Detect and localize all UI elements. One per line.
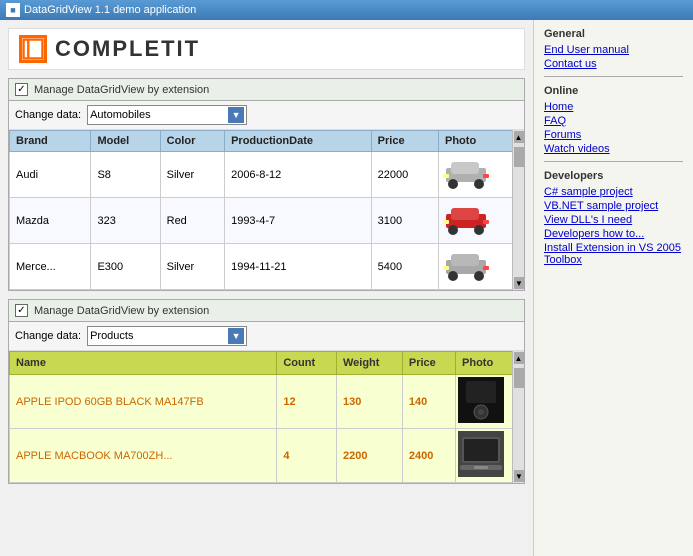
left-panel: COMPLETIT ✓ Manage DataGridView by exten…	[0, 20, 533, 556]
prod-col-count: Count	[277, 352, 337, 375]
sidebar-divider	[544, 161, 683, 162]
auto-color: Red	[160, 198, 224, 244]
prod-weight: 130	[336, 375, 402, 429]
sidebar-section-title-online: Online	[544, 85, 683, 97]
products-section-header: ✓ Manage DataGridView by extension	[9, 300, 524, 322]
prod-col-weight: Weight	[336, 352, 402, 375]
sidebar-link-contact-us[interactable]: Contact us	[544, 58, 683, 70]
auto-brand: Mazda	[10, 198, 91, 244]
window-title: DataGridView 1.1 demo application	[24, 4, 196, 16]
auto-date: 1993-4-7	[225, 198, 372, 244]
auto-price: 5400	[371, 244, 438, 290]
sidebar-section-title-general: General	[544, 28, 683, 40]
logo-area: COMPLETIT	[8, 28, 525, 70]
automobiles-table: Brand Model Color ProductionDate Price P…	[9, 130, 524, 290]
col-price: Price	[371, 131, 438, 152]
auto-scrollbar[interactable]: ▲ ▼	[512, 130, 524, 290]
sidebar-link-vbnet-sample-project[interactable]: VB.NET sample project	[544, 200, 683, 212]
automobiles-grid-wrapper: Brand Model Color ProductionDate Price P…	[9, 130, 524, 290]
automobiles-checkbox[interactable]: ✓	[15, 83, 28, 96]
prod-name: APPLE IPOD 60GB BLACK MA147FB	[10, 375, 277, 429]
col-production-date: ProductionDate	[225, 131, 372, 152]
sidebar-link-c-sample-project[interactable]: C# sample project	[544, 186, 683, 198]
automobiles-dropdown-arrow[interactable]: ▼	[228, 107, 244, 123]
products-section: ✓ Manage DataGridView by extension Chang…	[8, 299, 525, 484]
products-header-row: Name Count Weight Price Photo	[10, 352, 524, 375]
automobiles-control-row: Change data: Automobiles ▼	[9, 101, 524, 130]
products-checkbox[interactable]: ✓	[15, 304, 28, 317]
products-table: Name Count Weight Price Photo APPLE IPOD…	[9, 351, 524, 483]
sidebar-divider	[544, 76, 683, 77]
auto-brand: Merce...	[10, 244, 91, 290]
auto-photo	[439, 244, 524, 290]
title-bar: ■ DataGridView 1.1 demo application	[0, 0, 693, 20]
automobiles-dropdown[interactable]: Automobiles ▼	[87, 105, 247, 125]
automobiles-dropdown-value: Automobiles	[90, 109, 151, 121]
prod-col-price: Price	[402, 352, 455, 375]
auto-price: 22000	[371, 152, 438, 198]
prod-count: 4	[277, 429, 337, 483]
logo-text: COMPLETIT	[55, 36, 200, 62]
col-photo: Photo	[439, 131, 524, 152]
auto-brand: Audi	[10, 152, 91, 198]
prod-price: 140	[402, 375, 455, 429]
automobiles-section-header: ✓ Manage DataGridView by extension	[9, 79, 524, 101]
products-checkbox-label: Manage DataGridView by extension	[34, 305, 209, 317]
auto-model: E300	[91, 244, 160, 290]
prod-price: 2400	[402, 429, 455, 483]
prod-scrollbar[interactable]: ▲ ▼	[512, 351, 524, 483]
prod-weight: 2200	[336, 429, 402, 483]
auto-date: 1994-11-21	[225, 244, 372, 290]
right-sidebar: General End User manual Contact us Online Ho…	[533, 20, 693, 556]
window-icon: ■	[6, 3, 20, 17]
automobiles-change-label: Change data:	[15, 109, 81, 121]
prod-col-name: Name	[10, 352, 277, 375]
auto-model: 323	[91, 198, 160, 244]
sidebar-link-watch-videos[interactable]: Watch videos	[544, 143, 683, 155]
sidebar-section-title-developers: Developers	[544, 170, 683, 182]
auto-date: 2006-8-12	[225, 152, 372, 198]
auto-row: Merce... E300 Silver 1994-11-21 5400	[10, 244, 524, 290]
col-model: Model	[91, 131, 160, 152]
prod-name: APPLE MACBOOK MA700ZH...	[10, 429, 277, 483]
products-change-label: Change data:	[15, 330, 81, 342]
products-dropdown-value: Products	[90, 330, 133, 342]
auto-row: Mazda 323 Red 1993-4-7 3100	[10, 198, 524, 244]
sidebar-link-developers-how-to[interactable]: Developers how to...	[544, 228, 683, 240]
product-row: APPLE IPOD 60GB BLACK MA147FB 12 130 140	[10, 375, 524, 429]
prod-count: 12	[277, 375, 337, 429]
sidebar-link-view-dlls-i-need[interactable]: View DLL's I need	[544, 214, 683, 226]
auto-color: Silver	[160, 152, 224, 198]
auto-color: Silver	[160, 244, 224, 290]
auto-model: S8	[91, 152, 160, 198]
automobiles-checkbox-label: Manage DataGridView by extension	[34, 84, 209, 96]
sidebar-link-install-extension-in-vs-2005-toolbox[interactable]: Install Extension in VS 2005 Toolbox	[544, 242, 683, 266]
automobiles-header-row: Brand Model Color ProductionDate Price P…	[10, 131, 524, 152]
auto-row: Audi S8 Silver 2006-8-12 22000	[10, 152, 524, 198]
auto-photo	[439, 152, 524, 198]
col-brand: Brand	[10, 131, 91, 152]
sidebar-link-home[interactable]: Home	[544, 101, 683, 113]
automobiles-section: ✓ Manage DataGridView by extension Chang…	[8, 78, 525, 291]
sidebar-link-forums[interactable]: Forums	[544, 129, 683, 141]
col-color: Color	[160, 131, 224, 152]
sidebar-link-faq[interactable]: FAQ	[544, 115, 683, 127]
logo-bracket	[19, 35, 47, 63]
auto-photo	[439, 198, 524, 244]
products-control-row: Change data: Products ▼	[9, 322, 524, 351]
products-grid-wrapper: Name Count Weight Price Photo APPLE IPOD…	[9, 351, 524, 483]
sidebar-link-end-user-manual[interactable]: End User manual	[544, 44, 683, 56]
products-dropdown[interactable]: Products ▼	[87, 326, 247, 346]
products-dropdown-arrow[interactable]: ▼	[228, 328, 244, 344]
auto-price: 3100	[371, 198, 438, 244]
product-row: APPLE MACBOOK MA700ZH... 4 2200 2400	[10, 429, 524, 483]
